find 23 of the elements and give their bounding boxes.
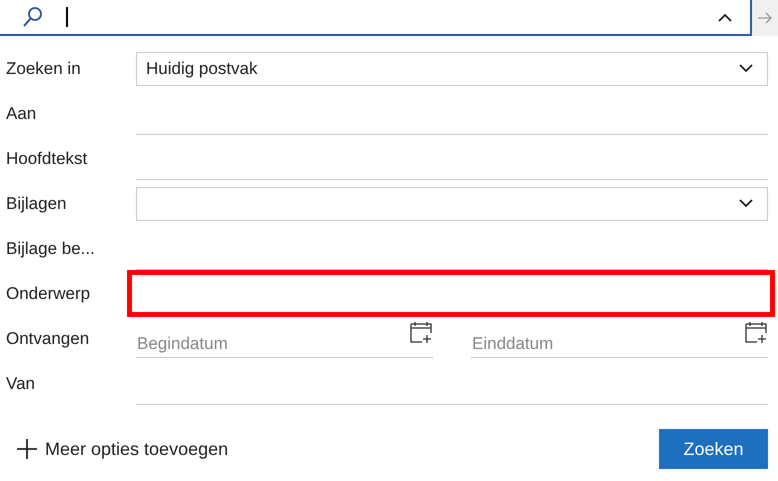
chevron-down-icon: [739, 64, 753, 73]
field-label: Hoofdtekst: [5, 148, 88, 170]
search-field[interactable]: [0, 0, 752, 36]
dropdown-field[interactable]: [136, 186, 768, 220]
search-button[interactable]: Zoeken: [659, 429, 768, 469]
search-icon: [22, 6, 44, 28]
go-button[interactable]: [752, 0, 778, 36]
field-label: Aan: [5, 102, 38, 125]
date-field[interactable]: Einddatum: [471, 320, 768, 358]
calendar-add-icon[interactable]: [744, 320, 768, 344]
dropdown-field[interactable]: Huidig postvak: [136, 52, 768, 86]
field-label: Bijlagen: [5, 192, 68, 215]
field-label: Zoeken in: [5, 58, 82, 80]
calendar-add-icon[interactable]: [409, 320, 433, 344]
field-label: Ontvangen: [5, 328, 90, 350]
date-field[interactable]: Begindatum: [136, 320, 433, 358]
field-label: Bijlage be...: [5, 238, 96, 260]
chevron-down-icon: [739, 199, 753, 208]
arrow-right-icon: [757, 12, 773, 24]
field-label: Onderwerp: [5, 282, 92, 305]
add-option-button[interactable]: Meer opties toevoegen: [16, 436, 228, 462]
plus-icon: [16, 438, 38, 460]
field-label: Van: [5, 372, 36, 395]
